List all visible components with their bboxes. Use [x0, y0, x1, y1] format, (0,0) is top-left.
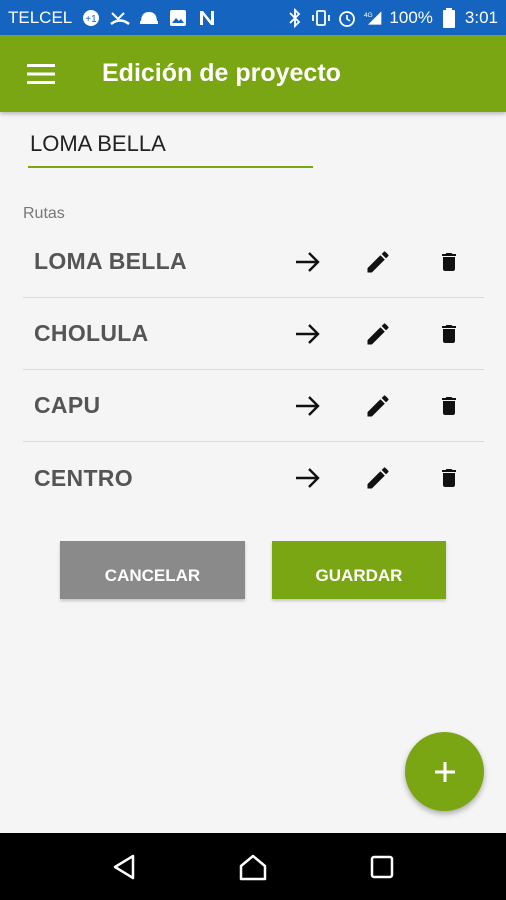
nav-back-button[interactable] [99, 842, 149, 892]
alarm-icon [337, 8, 357, 28]
nav-home-button[interactable] [228, 842, 278, 892]
recents-square-icon [370, 855, 393, 878]
routes-list: LOMA BELLA CHOLULA CAPU CENTRO [23, 226, 484, 514]
pencil-icon [367, 395, 389, 417]
nav-recents-button[interactable] [357, 842, 407, 892]
arrow-forward-icon [296, 468, 320, 488]
route-row: CENTRO [23, 442, 484, 514]
route-name: CAPU [34, 392, 101, 418]
edit-route-button[interactable] [356, 384, 400, 428]
pencil-icon [367, 251, 389, 273]
menu-button[interactable] [0, 35, 82, 112]
bluetooth-icon [285, 7, 305, 28]
route-name: LOMA BELLA [34, 248, 187, 274]
delete-route-button[interactable] [427, 240, 471, 284]
edit-route-button[interactable] [356, 312, 400, 356]
routes-section-label: Rutas [23, 205, 65, 222]
pencil-icon [367, 467, 389, 489]
route-row: LOMA BELLA [23, 226, 484, 298]
open-route-button[interactable] [286, 384, 330, 428]
page-title: Edición de proyecto [102, 59, 341, 87]
arrow-forward-icon [296, 396, 320, 416]
image-icon [168, 8, 188, 28]
vibrate-icon [311, 8, 331, 28]
app-bar: Edición de proyecto [0, 35, 506, 112]
save-button[interactable]: GUARDAR [272, 541, 446, 599]
clock: 3:01 [464, 7, 498, 27]
add-route-button[interactable] [405, 732, 484, 811]
open-route-button[interactable] [286, 312, 330, 356]
trash-icon [442, 253, 456, 271]
project-name-input[interactable] [28, 122, 313, 166]
arrow-forward-icon [296, 252, 320, 272]
back-triangle-icon [114, 854, 135, 879]
edit-route-button[interactable] [356, 456, 400, 500]
svg-text:+1: +1 [86, 14, 98, 25]
delete-route-button[interactable] [427, 312, 471, 356]
status-bar: TELCEL +1 4G 100% 3:01 [0, 0, 506, 35]
arrow-forward-icon [296, 324, 320, 344]
delete-route-button[interactable] [427, 456, 471, 500]
hamburger-menu-icon [27, 63, 55, 84]
route-row: CHOLULA [23, 298, 484, 370]
trash-icon [442, 397, 456, 415]
system-nav-bar [0, 833, 506, 900]
plus-icon [434, 761, 455, 782]
signal-icon: 4G [363, 8, 383, 28]
battery-percent: 100% [389, 7, 433, 27]
network-type-label: 4G [364, 12, 373, 19]
open-route-button[interactable] [286, 240, 330, 284]
carrier-label: TELCEL [8, 7, 73, 27]
trash-icon [442, 469, 456, 487]
pencil-icon [367, 323, 389, 345]
battery-icon [439, 7, 459, 28]
open-route-button[interactable] [286, 456, 330, 500]
route-name: CHOLULA [34, 320, 149, 346]
route-name: CENTRO [34, 464, 133, 491]
route-row: CAPU [23, 370, 484, 442]
cancel-button[interactable]: CANCELAR [60, 541, 245, 599]
project-name-field [28, 122, 313, 168]
missed-call-icon [110, 8, 131, 28]
edit-route-button[interactable] [356, 240, 400, 284]
app-n-icon [197, 8, 217, 28]
notification-icon: +1 [81, 8, 101, 28]
home-icon [239, 854, 267, 880]
delete-route-button[interactable] [427, 384, 471, 428]
helmet-app-icon [139, 8, 159, 28]
trash-icon [442, 325, 456, 343]
